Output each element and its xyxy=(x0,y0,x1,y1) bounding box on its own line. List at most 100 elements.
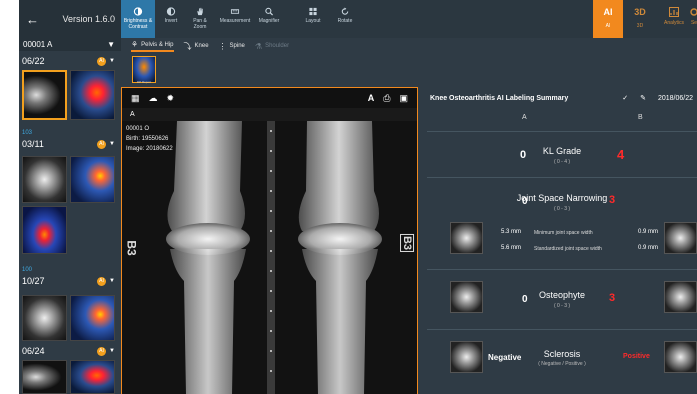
chevron-down-icon[interactable]: ▼ xyxy=(109,141,115,147)
tool-measurement[interactable]: Measurement xyxy=(217,0,253,38)
tool-label: Pan & Zoom xyxy=(193,18,207,30)
xray-drawing xyxy=(122,121,417,394)
chevron-down-icon[interactable]: ▼ xyxy=(109,278,115,284)
tool-pan-zoom[interactable]: Pan & Zoom xyxy=(185,0,215,38)
jsn-range: ( 0 - 3 ) xyxy=(553,206,571,212)
knee-xray-image[interactable]: 00001 O Birth: 19550626 Image: 20180622 xyxy=(122,121,417,394)
settings-icon xyxy=(690,8,697,16)
tool-magnifier[interactable]: Magnifier xyxy=(253,0,285,38)
tab-pelvis-hip[interactable]: ⚘ Pelvis & Hip xyxy=(131,40,174,52)
chevron-down-icon[interactable]: ▼ xyxy=(109,348,115,354)
min-jsw-a: 5.3 mm xyxy=(501,229,522,235)
study-thumbnail-xray[interactable] xyxy=(22,70,67,120)
pelvis-icon: ⚘ xyxy=(131,40,139,49)
min-jsw-b: 0.9 mm xyxy=(638,229,659,235)
tab-label: Shoulder xyxy=(265,43,290,49)
bug-icon[interactable]: ✹ xyxy=(167,93,175,104)
shoulder-icon: ⚗ xyxy=(254,41,263,51)
check-icon[interactable]: ✓ xyxy=(622,94,628,102)
tab-shoulder[interactable]: ⚗ Shoulder xyxy=(255,42,289,51)
tool-layout[interactable]: Layout xyxy=(301,0,325,38)
magnifier-icon xyxy=(265,7,274,16)
study-thumbnail-heatmap[interactable] xyxy=(70,70,115,120)
print-icon[interactable]: ⎙ xyxy=(383,93,390,104)
ai-badge: AI xyxy=(97,276,107,286)
grid-view-icon[interactable]: ▦ xyxy=(131,93,140,104)
tab-spine[interactable]: ⋮ Spine xyxy=(219,42,245,51)
ai-summary-panel: Knee Osteoarthritis AI Labeling Summary … xyxy=(427,87,697,394)
study-item[interactable]: 06/24 AI ▼ xyxy=(19,345,121,357)
study-item[interactable]: 100 10/27 AI ▼ xyxy=(19,267,121,287)
study-thumbnail-xray[interactable] xyxy=(22,156,67,203)
knee-icon: ⤵ xyxy=(183,41,192,51)
summary-date: 2018/06/22 xyxy=(657,94,693,102)
std-jsw-label: Standardized joint space width xyxy=(534,246,602,252)
edit-icon[interactable]: ✎ xyxy=(640,94,646,102)
tab-ai-label: AI xyxy=(605,23,611,29)
tab-settings-partial[interactable]: Se xyxy=(689,0,697,38)
tab-label: Pelvis & Hip xyxy=(141,41,174,48)
tool-rotate[interactable]: Rotate xyxy=(333,0,357,38)
study-thumbnail-heatmap[interactable] xyxy=(70,360,115,394)
kl-grade-b: 4 xyxy=(617,147,625,162)
body-part-tabs: ⚘ Pelvis & Hip ⤵ Knee ⋮ Spine ⚗ Shoulder xyxy=(121,38,697,54)
tab-knee[interactable]: ⤵ Knee xyxy=(184,41,209,52)
tool-label: Magnifier xyxy=(258,18,280,24)
image-info-overlay: 00001 O Birth: 19550626 Image: 20180622 xyxy=(126,124,173,154)
study-thumbnail-heatmap[interactable] xyxy=(70,295,115,341)
series-thumbnail[interactable] xyxy=(132,56,156,83)
study-date: 06/22 xyxy=(22,56,45,66)
birth-line: Birth: 19550626 xyxy=(126,136,169,142)
tool-label: Rotate xyxy=(337,18,353,24)
study-thumbnail-heatmap[interactable] xyxy=(22,206,67,254)
sclerosis-thumbnail-b[interactable] xyxy=(664,341,697,373)
sclerosis-b: Positive xyxy=(623,353,650,360)
analytics-icon xyxy=(669,7,679,17)
tab-label: Knee xyxy=(194,43,209,49)
tab-3d-title: 3D xyxy=(634,7,646,17)
osteophyte-range: ( 0 - 3 ) xyxy=(553,303,571,309)
study-item[interactable]: 06/22 AI ▼ xyxy=(19,55,121,67)
ai-badge: AI xyxy=(97,56,107,66)
image-viewer[interactable]: ▦ ☁ ✹ A ⎙ ▣ A 00001 O Birth: 19550626 Im… xyxy=(121,87,418,394)
tab-ai-title: AI xyxy=(603,7,613,17)
tab-settings-label: Se xyxy=(690,20,697,26)
tool-brightness-contrast[interactable]: Brightness & Contrast xyxy=(121,0,155,38)
study-thumbnail-xray[interactable] xyxy=(22,295,67,341)
tool-invert[interactable]: Invert xyxy=(157,0,185,38)
study-date: 10/27 xyxy=(22,276,45,286)
image-date-line: Image: 20180622 xyxy=(126,146,173,152)
image-count: 103 xyxy=(22,130,33,136)
tool-label: Brightness & Contrast xyxy=(123,18,153,30)
tool-label: Layout xyxy=(305,18,321,24)
osteophyte-b: 3 xyxy=(609,292,616,304)
series-label: DP Report xyxy=(137,80,151,84)
filter-icon[interactable]: ▼ xyxy=(107,40,115,49)
study-item[interactable]: 103 03/11 AI ▼ xyxy=(19,130,121,150)
trash-icon[interactable]: ▣ xyxy=(399,93,408,104)
osteophyte-thumbnail-b[interactable] xyxy=(664,281,697,313)
osteophyte-row: 0 Osteophyte ( 0 - 3 ) 3 xyxy=(427,269,697,329)
tool-label: Invert xyxy=(164,18,178,24)
jsn-thumbnail-b[interactable] xyxy=(664,222,697,254)
jsn-thumbnail-a[interactable] xyxy=(450,222,483,254)
upload-icon[interactable]: ☁ xyxy=(149,93,158,104)
study-thumbnail-xray[interactable] xyxy=(22,360,67,394)
study-thumbnail-heatmap[interactable] xyxy=(70,156,115,203)
tab-3d[interactable]: 3D 3D xyxy=(625,0,655,38)
std-jsw-a: 5.6 mm xyxy=(501,245,522,251)
text-annotation-button[interactable]: A xyxy=(368,93,375,104)
chevron-down-icon[interactable]: ▼ xyxy=(109,58,115,64)
kl-grade-title: KL Grade xyxy=(542,146,582,156)
patient-id: 00001 A xyxy=(23,40,53,49)
ruler-icon xyxy=(230,9,240,14)
patient-name-line: 00001 O xyxy=(126,126,150,132)
study-list-panel: 00001 A ▼ 06/22 AI ▼ 103 03/11 AI ▼ 100 xyxy=(19,38,121,394)
jsn-row: 0 Joint Space Narrowing ( 0 - 3 ) 3 5.3 … xyxy=(427,177,697,269)
back-arrow-icon[interactable]: ← xyxy=(26,12,39,27)
tab-analytics[interactable]: Analytics xyxy=(659,0,689,38)
version-label: Version 1.6.0 xyxy=(62,14,115,24)
kl-grade-range: ( 0 - 4 ) xyxy=(553,159,571,165)
tab-ai[interactable]: AI AI xyxy=(593,0,623,38)
ai-badge: AI xyxy=(97,139,107,149)
